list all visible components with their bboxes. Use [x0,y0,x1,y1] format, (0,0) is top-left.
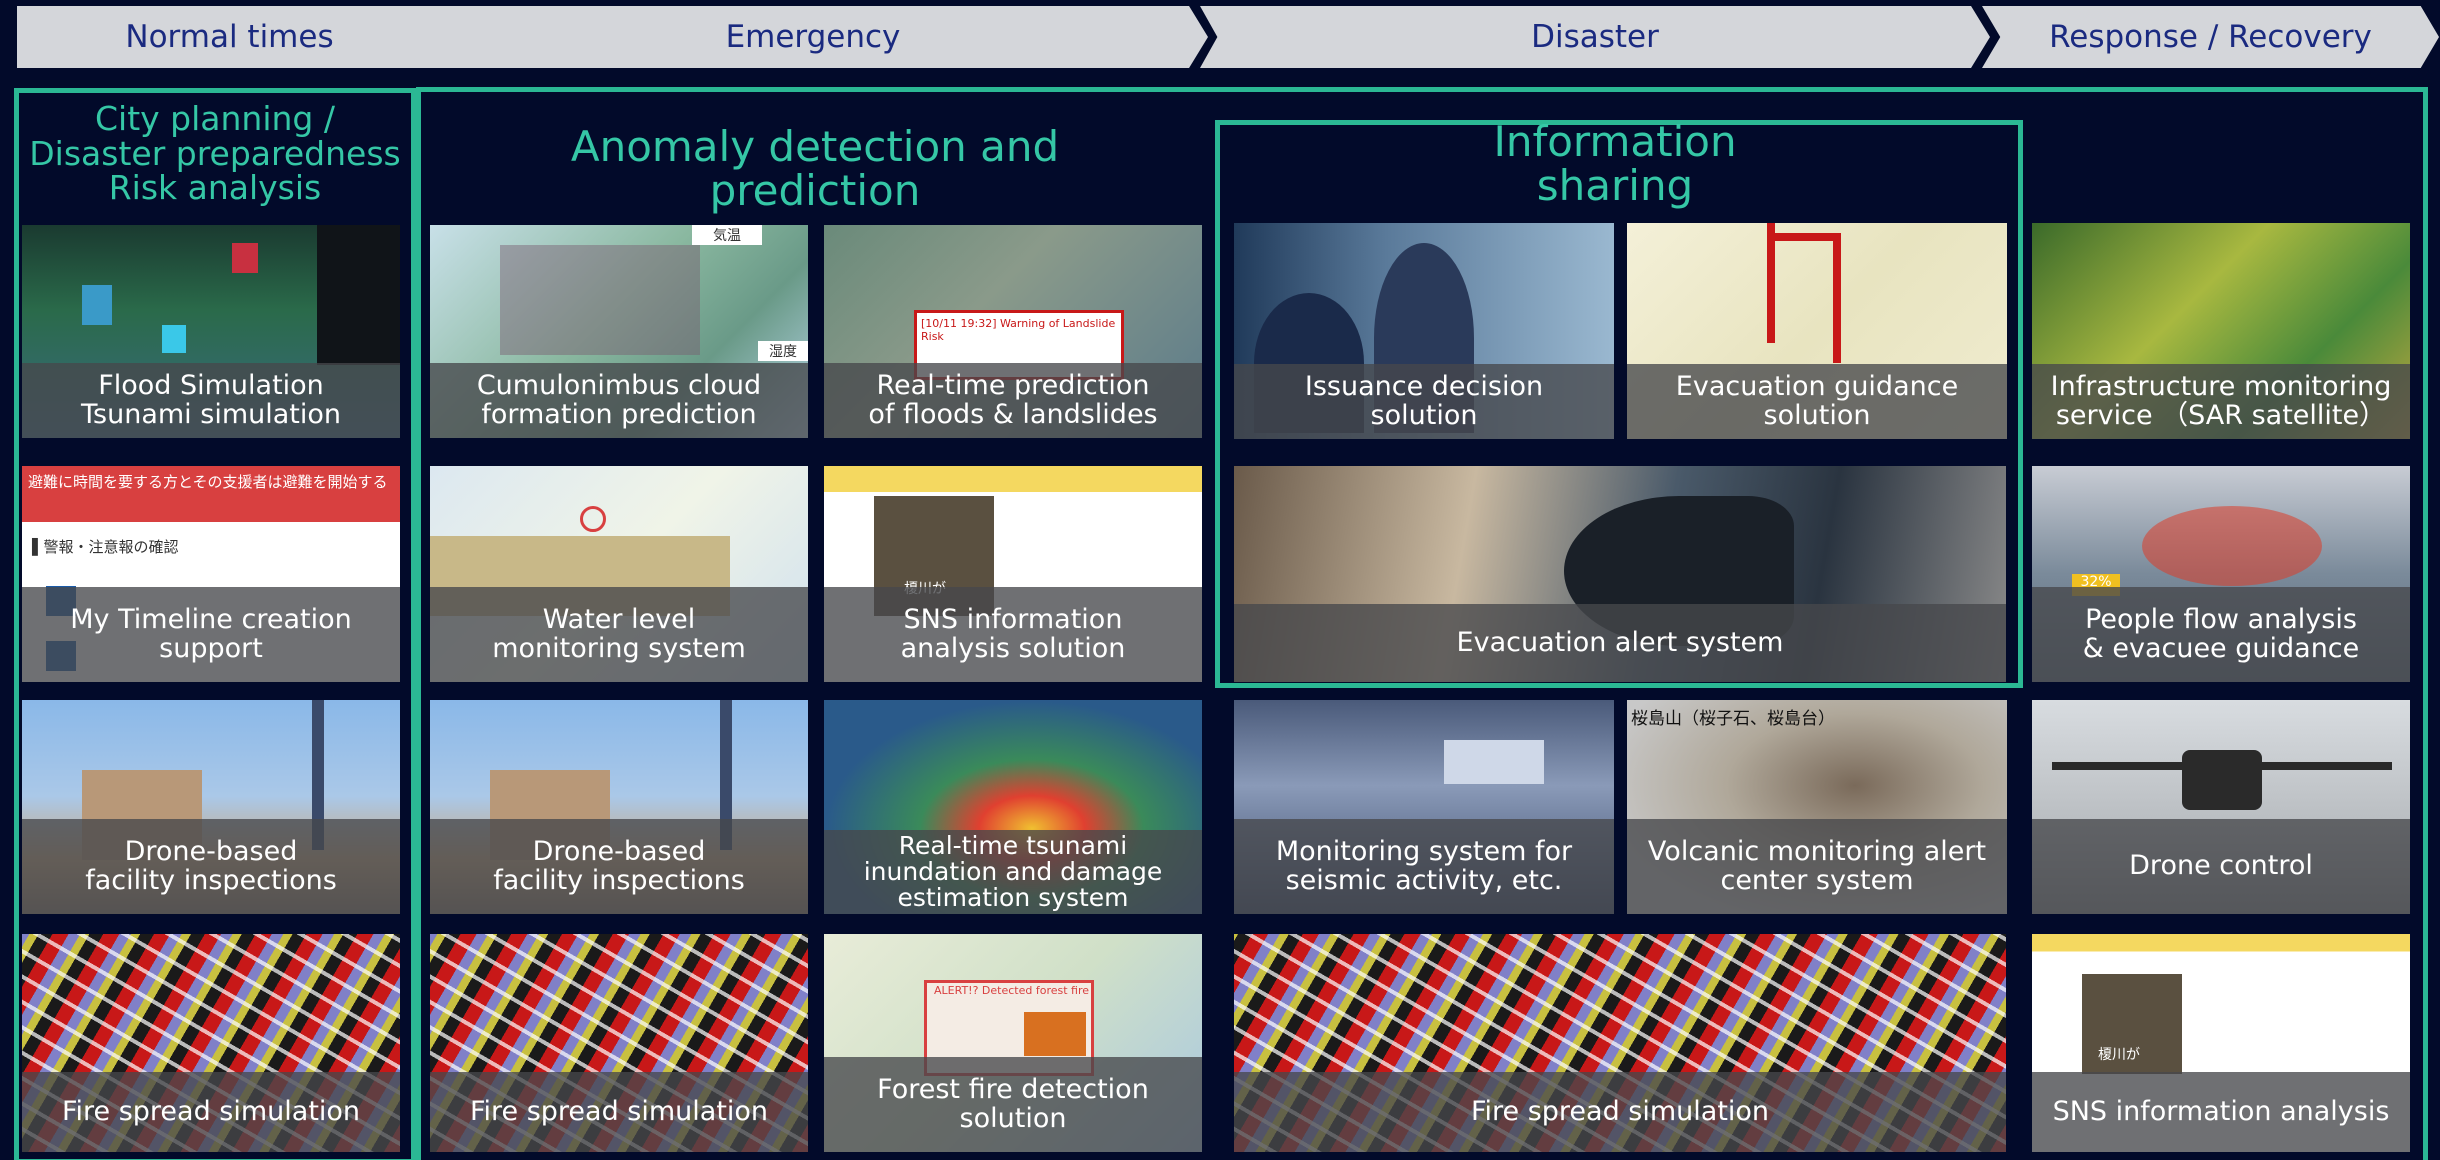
tile-realtime-flood-prediction[interactable]: [10/11 19:32] Warning of Landslide Risk … [824,225,1202,438]
tile-water-level-monitoring[interactable]: Water level monitoring system [430,466,808,682]
alert-text: ALERT!? Detected forest fire [934,984,1090,997]
tile-issuance-decision[interactable]: Issuance decision solution [1234,223,1614,439]
sns-tag: 榎川が [2098,1047,2140,1063]
tile-caption: Real-time prediction of floods & landsli… [824,363,1202,438]
label-shitsudo: 湿度 [758,341,808,361]
cloud-area [500,245,700,355]
phase-emergency: Emergency [418,6,1208,68]
tile-volcanic-monitoring[interactable]: 桜島山（桜子石、桜島台） Volcanic monitoring alert c… [1627,700,2007,914]
tile-seismic-monitoring[interactable]: Monitoring system for seismic activity, … [1234,700,1614,914]
tile-tsunami-estimation[interactable]: Real-time tsunami inundation and damage … [824,700,1202,914]
route-line [1767,233,1837,241]
tile-caption: Cumulonimbus cloud formation prediction [430,363,808,438]
city-block [82,285,112,325]
tile-caption: Fire spread simulation [22,1072,400,1152]
monitor-screen [1444,740,1544,784]
tile-drone-control[interactable]: Drone control [2032,700,2410,914]
route-line [1833,233,1841,363]
tile-caption: Drone-based facility inspections [430,819,808,914]
tile-drone-inspection-1[interactable]: Drone-based facility inspections [22,700,400,914]
drone-body [2182,750,2262,810]
city-block [162,325,186,353]
tile-infrastructure-monitoring[interactable]: Infrastructure monitoring service （SAR s… [2032,223,2410,439]
tile-evacuation-guidance[interactable]: Evacuation guidance solution [1627,223,2007,439]
label-kion: 気温 [692,225,762,245]
tile-caption: SNS information analysis solution [824,587,1202,682]
tile-sns-analysis[interactable]: 榎川が SNS information analysis [2032,934,2410,1152]
phase-normal-times: Normal times [17,6,442,68]
tile-drone-inspection-2[interactable]: Drone-based facility inspections [430,700,808,914]
tile-caption: Flood Simulation Tsunami simulation [22,363,400,438]
map-marker [580,506,606,532]
fire-photo [1024,1012,1086,1056]
legend-panel [317,225,400,365]
drone-arm [2052,762,2392,770]
tile-people-flow-analysis[interactable]: 32% People flow analysis & evacuee guida… [2032,466,2410,682]
tile-evacuation-alert[interactable]: Evacuation alert system [1234,466,2006,682]
tile-caption: Drone control [2032,819,2410,914]
phase-disaster: Disaster [1200,6,1990,68]
tile-caption: Issuance decision solution [1234,364,1614,439]
tile-caption: Evacuation guidance solution [1627,364,2007,439]
tile-caption: Monitoring system for seismic activity, … [1234,819,1614,914]
tile-fire-spread-3[interactable]: Fire spread simulation [1234,934,2006,1152]
heatmap-blob [2142,506,2322,586]
volcano-label: 桜島山（桜子石、桜島台） [1631,709,1835,729]
tile-caption: Water level monitoring system [430,587,808,682]
timeline-check-label: ▌警報・注意報の確認 [32,538,179,556]
tile-sns-analysis-solution[interactable]: 榎川が SNS information analysis solution [824,466,1202,682]
city-block [232,243,258,273]
tile-caption: Real-time tsunami inundation and damage … [824,830,1202,914]
tile-caption: SNS information analysis [2032,1072,2410,1152]
tile-caption: People flow analysis & evacuee guidance [2032,587,2410,682]
tile-my-timeline[interactable]: 避難に時間を要する方とその支援者は避難を開始する ▌警報・注意報の確認 My T… [22,466,400,682]
section-title-risk-analysis: City planning / Disaster preparedness Ri… [29,99,401,208]
tile-caption: Forest fire detection solution [824,1057,1202,1152]
tile-caption: Fire spread simulation [430,1072,808,1152]
tile-caption: Fire spread simulation [1234,1072,2006,1152]
tile-flood-simulation[interactable]: Flood Simulation Tsunami simulation [22,225,400,438]
tile-caption: Evacuation alert system [1234,604,2006,682]
tile-caption: Volcanic monitoring alert center system [1627,819,2007,914]
timeline-header: 避難に時間を要する方とその支援者は避難を開始する [22,466,400,522]
tile-forest-fire-detection[interactable]: ALERT!? Detected forest fire Forest fire… [824,934,1202,1152]
section-title-anomaly-detection: Anomaly detection and prediction [570,122,1060,216]
route-line [1767,223,1775,343]
tile-fire-spread-2[interactable]: Fire spread simulation [430,934,808,1152]
phase-response-recovery: Response / Recovery [1982,6,2439,68]
tile-caption: Drone-based facility inspections [22,819,400,914]
tile-cumulonimbus-prediction[interactable]: 気温 湿度 Cumulonimbus cloud formation predi… [430,225,808,438]
tile-caption: Infrastructure monitoring service （SAR s… [2032,364,2410,439]
tile-fire-spread-1[interactable]: Fire spread simulation [22,934,400,1152]
section-title-information-sharing: Information sharing [1493,117,1737,211]
tile-caption: My Timeline creation support [22,587,400,682]
